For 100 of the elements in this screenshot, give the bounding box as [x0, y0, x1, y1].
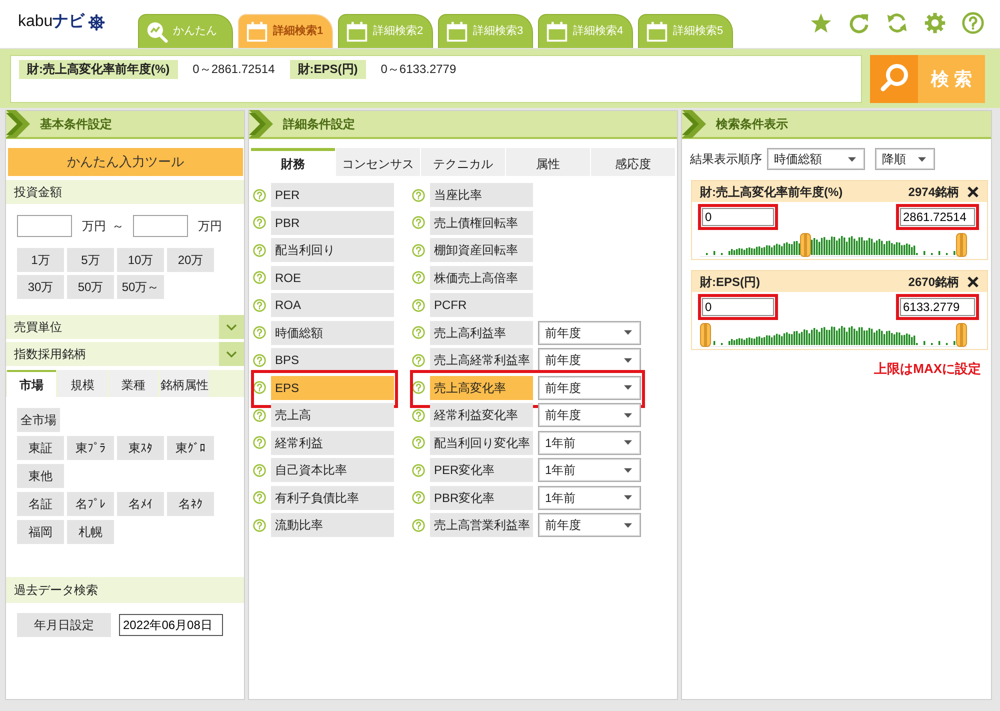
min-amount-field[interactable]	[17, 215, 72, 237]
help-icon[interactable]	[253, 464, 266, 476]
period-dropdown[interactable]: 1年前	[538, 430, 641, 454]
amount-button[interactable]: 5万	[67, 248, 114, 272]
period-dropdown[interactable]: 前年度	[538, 320, 641, 344]
help-icon[interactable]	[253, 188, 266, 202]
help-icon[interactable]	[253, 216, 266, 229]
metric-button[interactable]: 売上高営業利益率	[430, 513, 533, 537]
market-tab[interactable]: 業種	[109, 370, 158, 397]
help-icon[interactable]	[412, 408, 425, 422]
market-button[interactable]: 福岡	[17, 520, 64, 544]
help-icon[interactable]	[412, 244, 425, 256]
collapsible-header[interactable]: 指数採用銘柄	[6, 342, 244, 366]
market-button[interactable]: 全市場	[17, 408, 60, 432]
metric-button[interactable]: 流動比率	[271, 513, 394, 537]
market-button[interactable]: 名ﾒｲ	[117, 492, 164, 516]
help-icon[interactable]	[962, 12, 984, 34]
market-button[interactable]: 名証	[17, 492, 64, 516]
metric-button[interactable]: PER	[271, 183, 394, 207]
metric-button[interactable]: 売上高変化率	[430, 376, 533, 400]
category-tab[interactable]: 感応度	[591, 148, 675, 176]
period-dropdown[interactable]: 1年前	[538, 486, 641, 510]
metric-button[interactable]: 配当利回り変化率	[430, 430, 533, 454]
metric-button[interactable]: 売上高	[271, 403, 394, 427]
market-tab[interactable]: 銘柄属性	[160, 370, 209, 397]
amount-button[interactable]: 50万～	[117, 275, 164, 299]
metric-button[interactable]: EPS	[271, 376, 394, 400]
market-button[interactable]: 札幌	[67, 520, 114, 544]
market-button[interactable]: 名ﾈｸ	[167, 492, 214, 516]
help-icon[interactable]	[253, 271, 266, 284]
close-icon[interactable]	[967, 186, 979, 198]
star-icon[interactable]	[810, 12, 832, 34]
help-icon[interactable]	[253, 436, 266, 449]
help-icon[interactable]	[412, 464, 425, 476]
market-button[interactable]: 東ﾌﾟﾗ	[67, 436, 114, 460]
metric-button[interactable]: 売上高利益率	[430, 320, 533, 344]
help-icon[interactable]	[412, 436, 425, 449]
sort-key-dropdown[interactable]: 時価総額	[767, 148, 865, 170]
period-dropdown[interactable]: 前年度	[538, 376, 641, 400]
metric-button[interactable]: 有利子負債比率	[271, 486, 394, 510]
amount-button[interactable]: 50万	[67, 275, 114, 299]
market-button[interactable]: 東他	[17, 464, 64, 488]
slider-handle[interactable]	[956, 323, 967, 347]
metric-button[interactable]: 当座比率	[430, 183, 533, 207]
period-dropdown[interactable]: 前年度	[538, 348, 641, 372]
period-dropdown[interactable]: 前年度	[538, 403, 641, 427]
category-tab[interactable]: 属性	[506, 148, 590, 176]
help-icon[interactable]	[253, 244, 266, 256]
max-amount-field[interactable]	[133, 215, 188, 237]
help-icon[interactable]	[412, 298, 425, 312]
metric-button[interactable]: 時価総額	[271, 320, 394, 344]
sort-order-dropdown[interactable]: 降順	[875, 148, 935, 170]
period-dropdown[interactable]: 前年度	[538, 513, 641, 537]
market-button[interactable]: 東証	[17, 436, 64, 460]
metric-button[interactable]: PBR	[271, 210, 394, 234]
metric-button[interactable]: ROA	[271, 293, 394, 317]
collapsible-header[interactable]: 売買単位	[6, 315, 244, 339]
help-icon[interactable]	[412, 188, 425, 202]
slider-handle[interactable]	[800, 233, 811, 257]
metric-button[interactable]: 棚卸資産回転率	[430, 238, 533, 262]
help-icon[interactable]	[412, 381, 425, 394]
period-dropdown[interactable]: 1年前	[538, 458, 641, 482]
help-icon[interactable]	[253, 326, 266, 339]
refresh-icon[interactable]	[886, 12, 908, 34]
metric-button[interactable]: PER変化率	[430, 458, 533, 482]
amount-button[interactable]: 10万	[117, 248, 164, 272]
metric-button[interactable]: BPS	[271, 348, 394, 372]
max-value-field[interactable]: 2861.72514	[900, 208, 975, 226]
amount-button[interactable]: 30万	[17, 275, 64, 299]
date-set-button[interactable]: 年月日設定	[17, 613, 111, 637]
close-icon[interactable]	[967, 276, 979, 288]
metric-button[interactable]: 自己資本比率	[271, 458, 394, 482]
help-icon[interactable]	[253, 298, 266, 312]
help-icon[interactable]	[412, 518, 425, 532]
slider-track[interactable]	[700, 233, 967, 257]
metric-button[interactable]: 経常利益変化率	[430, 403, 533, 427]
category-tab[interactable]: テクニカル	[421, 148, 505, 176]
help-icon[interactable]	[253, 381, 266, 394]
help-icon[interactable]	[253, 408, 266, 422]
input-tool-button[interactable]: かんたん入力ツール	[8, 148, 243, 176]
settings-icon[interactable]	[924, 12, 946, 34]
amount-button[interactable]: 1万	[17, 248, 64, 272]
slider-track[interactable]	[700, 323, 967, 347]
slider-handle[interactable]	[956, 233, 967, 257]
redo-icon[interactable]	[848, 12, 870, 34]
market-tab[interactable]: 規模	[58, 370, 107, 397]
metric-button[interactable]: 経常利益	[271, 430, 394, 454]
metric-button[interactable]: 売上高経常利益率	[430, 348, 533, 372]
metric-button[interactable]: 株価売上高倍率	[430, 266, 533, 290]
max-value-field[interactable]: 6133.2779	[900, 298, 975, 316]
metric-button[interactable]: 配当利回り	[271, 238, 394, 262]
metric-button[interactable]: PBR変化率	[430, 486, 533, 510]
help-icon[interactable]	[253, 518, 266, 532]
help-icon[interactable]	[253, 491, 266, 504]
amount-button[interactable]: 20万	[167, 248, 214, 272]
metric-button[interactable]: 売上債権回転率	[430, 210, 533, 234]
help-icon[interactable]	[253, 354, 266, 366]
category-tab[interactable]: コンセンサス	[336, 148, 420, 176]
help-icon[interactable]	[412, 354, 425, 366]
market-button[interactable]: 東ｸﾞﾛ	[167, 436, 214, 460]
